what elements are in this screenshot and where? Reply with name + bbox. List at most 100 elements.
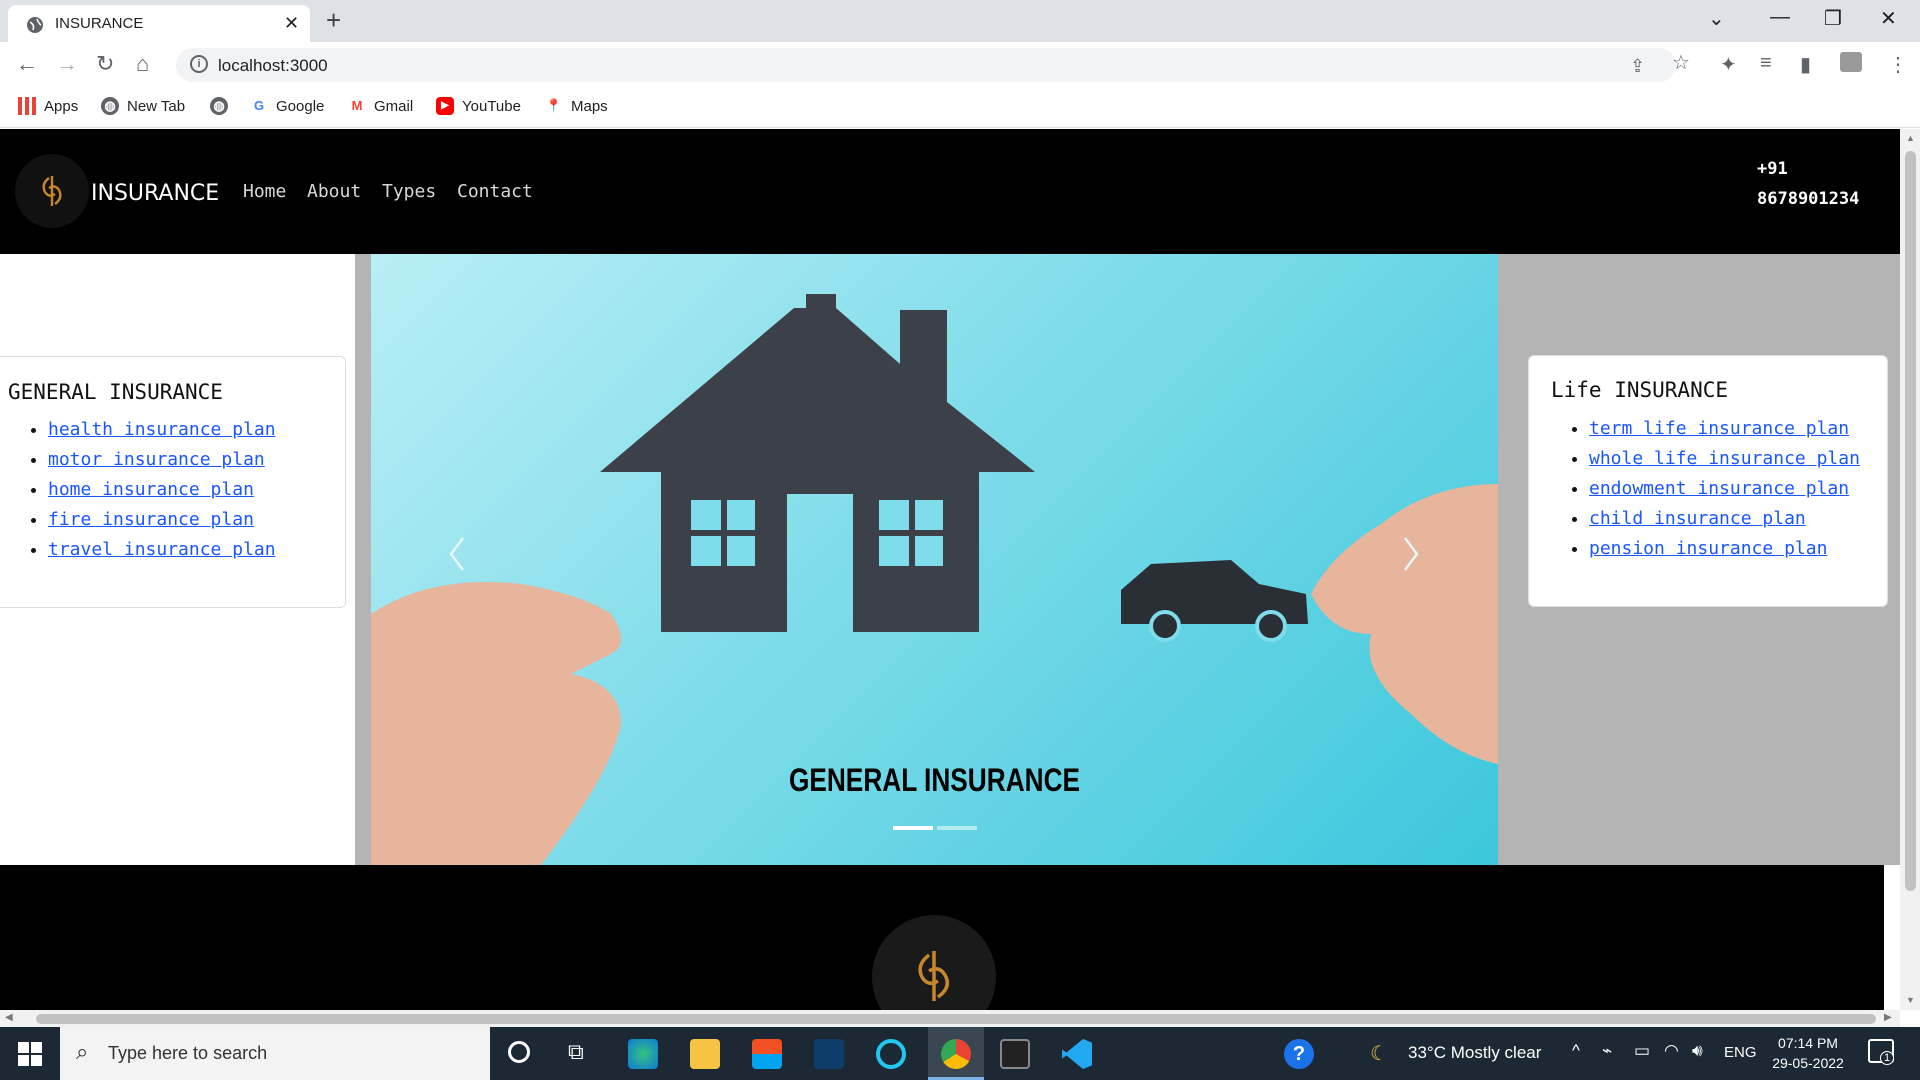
- windows-start-icon[interactable]: [18, 1042, 42, 1071]
- forward-icon[interactable]: →: [56, 51, 78, 77]
- search-placeholder: Type here to search: [108, 1043, 268, 1063]
- plan-link[interactable]: motor insurance plan: [48, 449, 265, 470]
- bookmark-google[interactable]: G Google: [250, 97, 324, 115]
- weather-icon: ☾: [1370, 1043, 1388, 1065]
- plan-link[interactable]: fire insurance plan: [48, 509, 254, 530]
- cortana-icon[interactable]: [508, 1041, 530, 1063]
- chevron-up-icon[interactable]: ^: [1572, 1041, 1580, 1061]
- wifi-icon[interactable]: ◠: [1664, 1041, 1679, 1061]
- tab-search-icon[interactable]: ⌄: [1708, 6, 1725, 31]
- plan-link[interactable]: endowment insurance plan: [1589, 478, 1849, 499]
- restore-icon[interactable]: ❐: [1824, 6, 1842, 31]
- logo-icon: [42, 176, 62, 206]
- nav-home[interactable]: Home: [243, 181, 286, 202]
- notification-icon[interactable]: 1: [1868, 1039, 1894, 1065]
- list-item: home insurance plan: [48, 475, 276, 505]
- list-item: whole life insurance plan: [1589, 444, 1860, 474]
- chrome-taskbar-button[interactable]: [928, 1027, 984, 1080]
- vertical-scrollbar[interactable]: ▲ ▼: [1900, 129, 1920, 1010]
- life-insurance-list: term life insurance plan whole life insu…: [1589, 414, 1860, 564]
- general-insurance-card: GENERAL INSURANCE health insurance plan …: [0, 356, 346, 608]
- plan-link[interactable]: travel insurance plan: [48, 539, 276, 560]
- terminal-icon[interactable]: [1000, 1039, 1030, 1069]
- carousel-caption: GENERAL INSURANCE: [788, 762, 1081, 798]
- plan-link[interactable]: child insurance plan: [1589, 508, 1806, 529]
- extensions-icon[interactable]: ✦: [1720, 52, 1737, 77]
- bookmark-globe[interactable]: ◍: [210, 97, 228, 115]
- network-icon[interactable]: ⌁: [1602, 1041, 1612, 1061]
- share-icon[interactable]: ⇪: [1630, 56, 1645, 77]
- file-explorer-icon[interactable]: [690, 1039, 720, 1069]
- home-icon[interactable]: ⌂: [136, 51, 149, 77]
- site-header: INSURANCE Home About Types Contact +91 8…: [0, 129, 1900, 254]
- scroll-right-icon[interactable]: ▶: [1884, 1012, 1892, 1023]
- plan-link[interactable]: home insurance plan: [48, 479, 254, 500]
- battery-icon[interactable]: ▭: [1634, 1041, 1650, 1061]
- site-footer: [0, 865, 1884, 1010]
- address-bar[interactable]: i localhost:3000 ⇪: [176, 48, 1676, 82]
- carousel-next-button[interactable]: [1391, 514, 1451, 594]
- edge-icon[interactable]: [628, 1039, 658, 1069]
- weather-text[interactable]: 33°C Mostly clear: [1408, 1043, 1541, 1063]
- carousel-indicator-2[interactable]: [937, 826, 977, 830]
- taskbar-search[interactable]: ⌕ Type here to search: [60, 1027, 490, 1080]
- carousel-prev-button[interactable]: [411, 514, 471, 594]
- life-insurance-card: Life INSURANCE term life insurance plan …: [1528, 355, 1888, 607]
- prime-video-icon[interactable]: [814, 1039, 844, 1069]
- task-view-icon[interactable]: ⧉: [568, 1039, 584, 1065]
- close-tab-icon[interactable]: ✕: [284, 13, 299, 34]
- footer-logo[interactable]: [872, 915, 996, 1010]
- scroll-left-icon[interactable]: ◀: [5, 1012, 13, 1023]
- chrome-icon: [941, 1039, 971, 1069]
- alexa-icon[interactable]: [876, 1039, 906, 1069]
- plan-link[interactable]: whole life insurance plan: [1589, 448, 1860, 469]
- language-indicator[interactable]: ENG: [1724, 1044, 1757, 1061]
- bookmark-maps[interactable]: 📍 Maps: [545, 97, 608, 115]
- globe-icon: ◍: [101, 97, 119, 115]
- side-panel-icon[interactable]: ▮: [1800, 52, 1811, 77]
- plan-link[interactable]: pension insurance plan: [1589, 538, 1827, 559]
- close-window-icon[interactable]: ✕: [1880, 6, 1897, 31]
- media-icon[interactable]: ≡: [1760, 52, 1772, 75]
- plan-link[interactable]: health insurance plan: [48, 419, 276, 440]
- nav-contact[interactable]: Contact: [457, 181, 533, 202]
- card-title: GENERAL INSURANCE: [8, 380, 223, 404]
- bookmark-youtube[interactable]: ▶ YouTube: [436, 97, 521, 115]
- site-info-icon[interactable]: i: [190, 55, 208, 73]
- youtube-icon: ▶: [436, 97, 454, 115]
- profile-avatar[interactable]: [1840, 52, 1862, 72]
- site-logo[interactable]: [15, 154, 89, 228]
- carousel-indicator-1[interactable]: [893, 826, 933, 830]
- new-tab-icon[interactable]: +: [326, 6, 341, 34]
- brand-name[interactable]: INSURANCE: [91, 181, 219, 206]
- list-item: child insurance plan: [1589, 504, 1860, 534]
- scroll-thumb[interactable]: [36, 1014, 1876, 1024]
- globe-icon: [27, 17, 43, 33]
- scroll-thumb[interactable]: [1905, 151, 1916, 891]
- volume-icon[interactable]: 🔊︎: [1692, 1041, 1703, 1061]
- help-icon[interactable]: ?: [1284, 1039, 1314, 1069]
- list-item: term life insurance plan: [1589, 414, 1860, 444]
- notification-count: 1: [1880, 1051, 1894, 1065]
- reload-icon[interactable]: ↻: [96, 51, 114, 77]
- bookmark-gmail[interactable]: M Gmail: [348, 97, 414, 115]
- bookmark-star-icon[interactable]: ☆: [1672, 50, 1690, 75]
- windows-taskbar: ⌕ Type here to search ⧉ ? ☾ 33°C Mostly …: [0, 1027, 1920, 1080]
- scroll-down-icon[interactable]: ▼: [1906, 995, 1915, 1005]
- vscode-icon[interactable]: [1062, 1039, 1092, 1069]
- browser-tab[interactable]: INSURANCE ✕: [8, 5, 310, 42]
- plan-link[interactable]: term life insurance plan: [1589, 418, 1849, 439]
- store-icon[interactable]: [752, 1039, 782, 1069]
- minimize-icon[interactable]: —: [1770, 6, 1790, 29]
- google-icon: G: [253, 98, 265, 113]
- bookmark-new-tab[interactable]: ◍ New Tab: [101, 97, 185, 115]
- scroll-up-icon[interactable]: ▲: [1906, 133, 1915, 143]
- back-icon[interactable]: ←: [16, 51, 38, 77]
- nav-about[interactable]: About: [307, 181, 361, 202]
- nav-types[interactable]: Types: [382, 181, 436, 202]
- list-item: health insurance plan: [48, 415, 276, 445]
- clock[interactable]: 07:14 PM 29-05-2022: [1768, 1033, 1848, 1073]
- horizontal-scrollbar[interactable]: ◀ ▶: [0, 1010, 1900, 1027]
- bookmark-apps[interactable]: Apps: [18, 97, 78, 115]
- menu-icon[interactable]: ⋮: [1888, 52, 1908, 77]
